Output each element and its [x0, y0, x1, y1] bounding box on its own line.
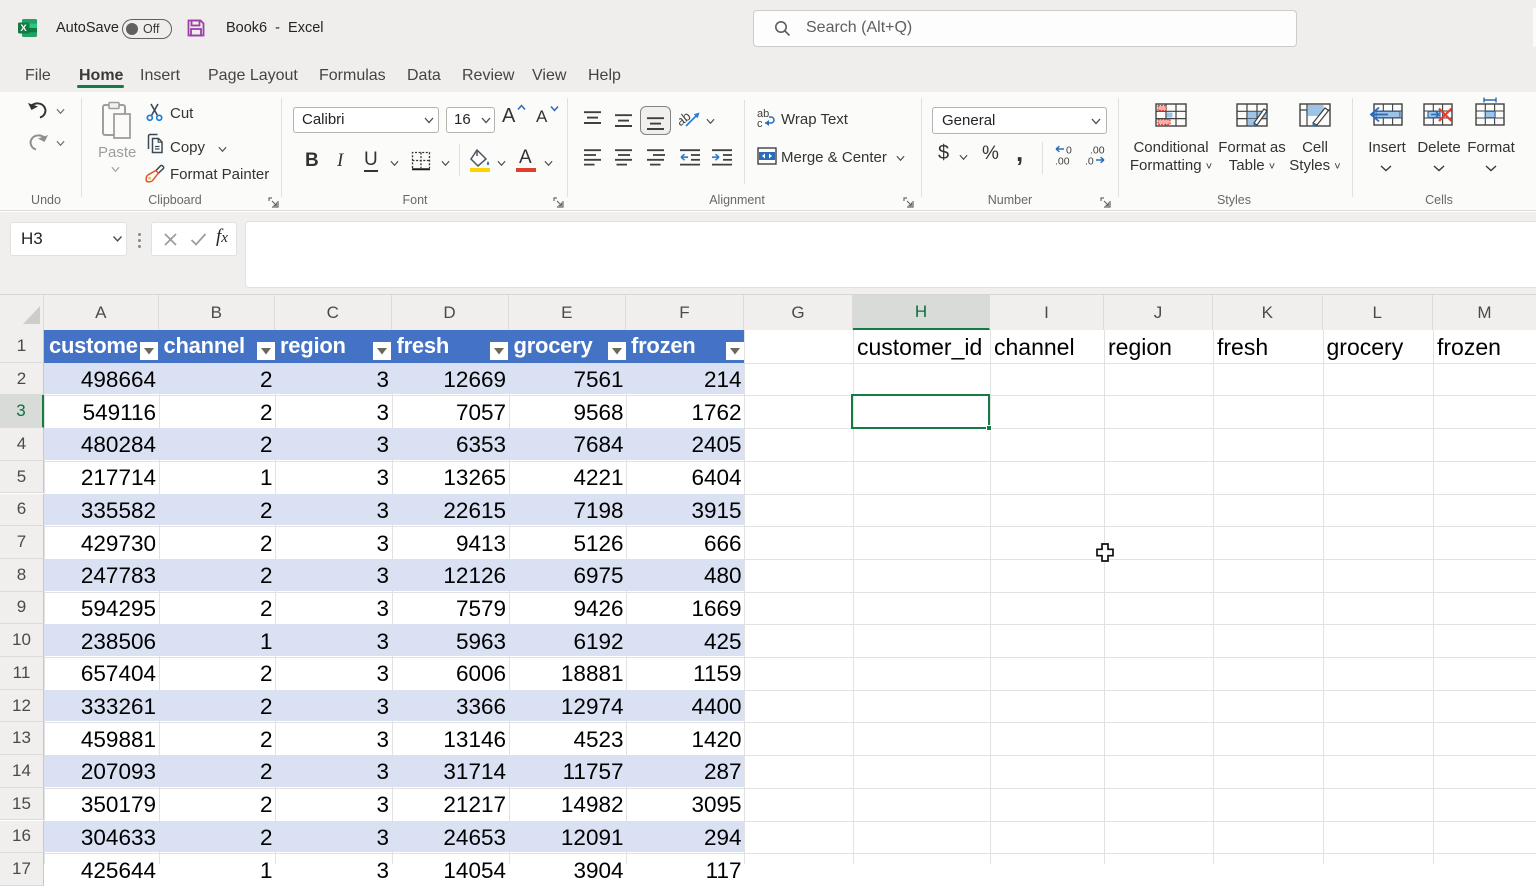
- svg-text:X: X: [20, 23, 27, 34]
- svg-text:.0: .0: [1085, 156, 1094, 167]
- svg-text:.00: .00: [1055, 156, 1070, 167]
- svg-text:c: c: [757, 118, 763, 128]
